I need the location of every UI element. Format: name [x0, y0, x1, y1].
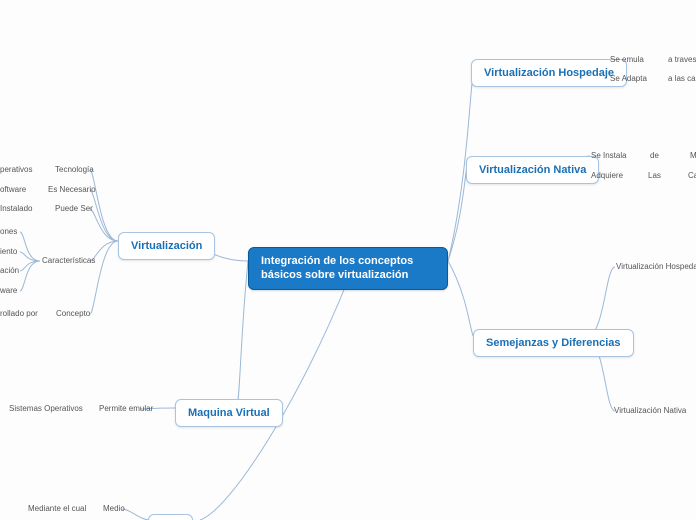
leaf-v-nativa: Virtualización Nativa [614, 406, 686, 415]
leaf-permite-emular: Permite emular [99, 404, 153, 413]
leaf-mediante: Mediante el cual [28, 504, 86, 513]
branch-hospedaje[interactable]: Virtualización Hospedaje [471, 59, 627, 87]
branch-nativa[interactable]: Virtualización Nativa [466, 156, 599, 184]
leaf-m: M [690, 151, 696, 160]
leaf-tecnologia: Tecnología [55, 165, 94, 174]
leaf-instalado: Instalado [0, 204, 32, 213]
leaf-medio: Medio [103, 504, 125, 513]
leaf-caracteristicas: Características [42, 256, 95, 265]
branch-semejanzas[interactable]: Semejanzas y Diferencias [473, 329, 634, 357]
branch-label: Virtualización [131, 240, 202, 252]
leaf-software: oftware [0, 185, 26, 194]
leaf-iento: iento [0, 247, 17, 256]
branch-label: Semejanzas y Diferencias [486, 337, 621, 349]
branch-label: Maquina Virtual [188, 407, 270, 419]
leaf-adquiere: Adquiere [591, 171, 623, 180]
leaf-acion: ación [0, 266, 19, 275]
leaf-concepto: Concepto [56, 309, 90, 318]
branch-maquina-virtual[interactable]: Maquina Virtual [175, 399, 283, 427]
leaf-a-las-car: a las car [668, 74, 696, 83]
leaf-las: Las [648, 171, 661, 180]
leaf-v-hospedada: Virtualización Hospedada [616, 262, 696, 271]
branch-virtualizacion[interactable]: Virtualización [118, 232, 215, 260]
branch-label: Virtualización Hospedaje [484, 67, 614, 79]
leaf-a-traves: a traves d [668, 55, 696, 64]
leaf-ca: Ca [688, 171, 696, 180]
leaf-rollado: rollado por [0, 309, 38, 318]
leaf-es-necesario: Es Necesario [48, 185, 96, 194]
leaf-se-adapta: Se Adapta [610, 74, 647, 83]
leaf-ware: ware [0, 286, 17, 295]
branch-label: Virtualización Nativa [479, 164, 586, 176]
leaf-sistemas-op: Sistemas Operativos [9, 404, 83, 413]
leaf-se-instala: Se Instala [591, 151, 627, 160]
leaf-ones: ones [0, 227, 17, 236]
leaf-de: de [650, 151, 659, 160]
branch-bottom-partial[interactable] [148, 514, 193, 520]
root-node[interactable]: Integración de los conceptos básicos sob… [248, 247, 448, 290]
root-label: Integración de los conceptos básicos sob… [261, 255, 413, 281]
leaf-operativos: perativos [0, 165, 32, 174]
leaf-puede-ser: Puede Ser [55, 204, 93, 213]
leaf-se-emula: Se emula [610, 55, 644, 64]
